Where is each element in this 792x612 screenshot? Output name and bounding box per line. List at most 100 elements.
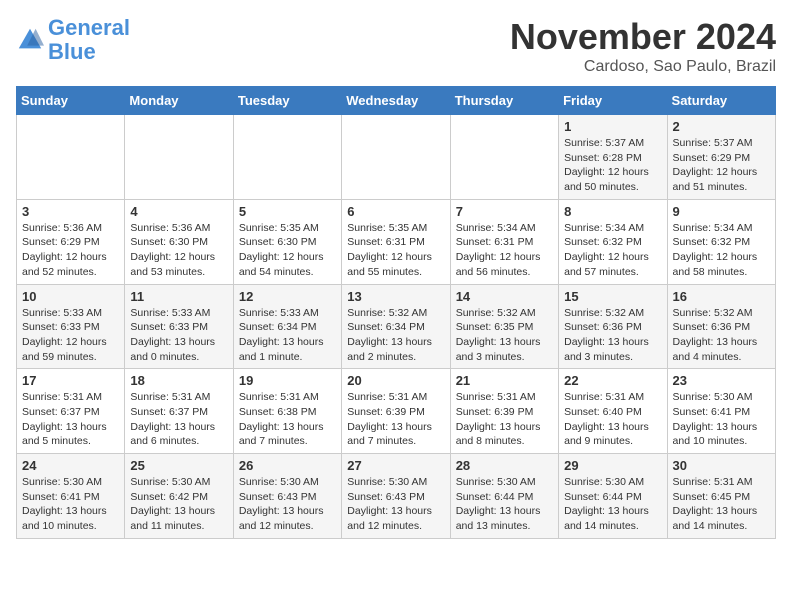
calendar-cell: 26Sunrise: 5:30 AM Sunset: 6:43 PM Dayli… — [233, 454, 341, 539]
day-info: Sunrise: 5:31 AM Sunset: 6:37 PM Dayligh… — [130, 390, 227, 449]
calendar-cell: 19Sunrise: 5:31 AM Sunset: 6:38 PM Dayli… — [233, 369, 341, 454]
calendar-cell: 28 Sunrise: 5:30 AM Sunset: 6:44 PM Dayli… — [450, 454, 558, 539]
day-info: Sunrise: 5:31 AM Sunset: 6:39 PM Dayligh… — [347, 390, 444, 449]
calendar-cell — [17, 115, 125, 200]
day-number: 26 — [239, 458, 336, 473]
day-number: 6 — [347, 204, 444, 219]
calendar-cell: 3 Sunrise: 5:36 AM Sunset: 6:29 PM Daylig… — [17, 199, 125, 284]
header-sunday: Sunday — [17, 87, 125, 115]
day-number: 27 — [347, 458, 444, 473]
calendar-cell: 29Sunrise: 5:30 AM Sunset: 6:44 PM Dayli… — [559, 454, 667, 539]
calendar-cell: 24 Sunrise: 5:30 AM Sunset: 6:41 PM Dayli… — [17, 454, 125, 539]
header-monday: Monday — [125, 87, 233, 115]
title-block: November 2024 Cardoso, Sao Paulo, Brazil — [510, 16, 776, 76]
day-number: 1 — [564, 119, 661, 134]
day-info: Sunrise: 5:30 AM Sunset: 6:41 PM Dayligh… — [22, 475, 119, 534]
day-info: Sunrise: 5:30 AM Sunset: 6:43 PM Dayligh… — [347, 475, 444, 534]
day-info: Sunrise: 5:32 AM Sunset: 6:35 PM Dayligh… — [456, 306, 553, 365]
day-number: 25 — [130, 458, 227, 473]
day-number: 24 — [22, 458, 119, 473]
day-number: 21 — [456, 373, 553, 388]
day-number: 2 — [673, 119, 770, 134]
day-info: Sunrise: 5:32 AM Sunset: 6:36 PM Dayligh… — [673, 306, 770, 365]
day-number: 18 — [130, 373, 227, 388]
day-number: 4 — [130, 204, 227, 219]
day-number: 8 — [564, 204, 661, 219]
logo-line1: General — [48, 15, 130, 40]
header-tuesday: Tuesday — [233, 87, 341, 115]
calendar-cell: 25 Sunrise: 5:30 AM Sunset: 6:42 PM Dayli… — [125, 454, 233, 539]
calendar-cell: 2 Sunrise: 5:37 AM Sunset: 6:29 PM Daylig… — [667, 115, 775, 200]
day-number: 3 — [22, 204, 119, 219]
calendar-cell: 5Sunrise: 5:35 AM Sunset: 6:30 PM Daylig… — [233, 199, 341, 284]
calendar-cell — [233, 115, 341, 200]
day-info: Sunrise: 5:30 AM Sunset: 6:44 PM Dayligh… — [564, 475, 661, 534]
day-number: 10 — [22, 289, 119, 304]
calendar-cell: 17Sunrise: 5:31 AM Sunset: 6:37 PM Dayli… — [17, 369, 125, 454]
calendar-week-4: 17Sunrise: 5:31 AM Sunset: 6:37 PM Dayli… — [17, 369, 776, 454]
calendar-cell: 1 Sunrise: 5:37 AM Sunset: 6:28 PM Daylig… — [559, 115, 667, 200]
day-info: Sunrise: 5:36 AM Sunset: 6:30 PM Dayligh… — [130, 221, 227, 280]
location-title: Cardoso, Sao Paulo, Brazil — [510, 58, 776, 76]
day-info: Sunrise: 5:34 AM Sunset: 6:31 PM Dayligh… — [456, 221, 553, 280]
calendar-cell: 18 Sunrise: 5:31 AM Sunset: 6:37 PM Dayli… — [125, 369, 233, 454]
day-info: Sunrise: 5:30 AM Sunset: 6:41 PM Dayligh… — [673, 390, 770, 449]
header-saturday: Saturday — [667, 87, 775, 115]
day-info: Sunrise: 5:30 AM Sunset: 6:42 PM Dayligh… — [130, 475, 227, 534]
day-number: 30 — [673, 458, 770, 473]
calendar-cell: 10 Sunrise: 5:33 AM Sunset: 6:33 PM Dayli… — [17, 284, 125, 369]
day-info: Sunrise: 5:37 AM Sunset: 6:29 PM Dayligh… — [673, 136, 770, 195]
calendar-cell: 4 Sunrise: 5:36 AM Sunset: 6:30 PM Daylig… — [125, 199, 233, 284]
calendar-cell: 22Sunrise: 5:31 AM Sunset: 6:40 PM Dayli… — [559, 369, 667, 454]
day-info: Sunrise: 5:30 AM Sunset: 6:44 PM Dayligh… — [456, 475, 553, 534]
day-info: Sunrise: 5:31 AM Sunset: 6:37 PM Dayligh… — [22, 390, 119, 449]
day-number: 14 — [456, 289, 553, 304]
logo: General Blue — [16, 16, 130, 64]
day-number: 28 — [456, 458, 553, 473]
calendar-week-1: 1 Sunrise: 5:37 AM Sunset: 6:28 PM Daylig… — [17, 115, 776, 200]
logo-icon — [16, 26, 44, 54]
calendar-cell — [450, 115, 558, 200]
day-info: Sunrise: 5:34 AM Sunset: 6:32 PM Dayligh… — [564, 221, 661, 280]
calendar-cell: 13 Sunrise: 5:32 AM Sunset: 6:34 PM Dayli… — [342, 284, 450, 369]
day-info: Sunrise: 5:36 AM Sunset: 6:29 PM Dayligh… — [22, 221, 119, 280]
day-number: 9 — [673, 204, 770, 219]
day-info: Sunrise: 5:33 AM Sunset: 6:33 PM Dayligh… — [130, 306, 227, 365]
day-info: Sunrise: 5:32 AM Sunset: 6:36 PM Dayligh… — [564, 306, 661, 365]
calendar-week-5: 24 Sunrise: 5:30 AM Sunset: 6:41 PM Dayli… — [17, 454, 776, 539]
calendar-table: Sunday Monday Tuesday Wednesday Thursday… — [16, 86, 776, 539]
calendar-header-row: Sunday Monday Tuesday Wednesday Thursday… — [17, 87, 776, 115]
day-number: 13 — [347, 289, 444, 304]
calendar-cell — [342, 115, 450, 200]
day-info: Sunrise: 5:31 AM Sunset: 6:38 PM Dayligh… — [239, 390, 336, 449]
day-number: 12 — [239, 289, 336, 304]
calendar-cell: 30Sunrise: 5:31 AM Sunset: 6:45 PM Dayli… — [667, 454, 775, 539]
day-info: Sunrise: 5:33 AM Sunset: 6:33 PM Dayligh… — [22, 306, 119, 365]
header-wednesday: Wednesday — [342, 87, 450, 115]
calendar-cell: 15 Sunrise: 5:32 AM Sunset: 6:36 PM Dayli… — [559, 284, 667, 369]
month-title: November 2024 — [510, 16, 776, 58]
day-number: 20 — [347, 373, 444, 388]
calendar-cell: 9 Sunrise: 5:34 AM Sunset: 6:32 PM Daylig… — [667, 199, 775, 284]
header-thursday: Thursday — [450, 87, 558, 115]
day-info: Sunrise: 5:34 AM Sunset: 6:32 PM Dayligh… — [673, 221, 770, 280]
calendar-cell: 14 Sunrise: 5:32 AM Sunset: 6:35 PM Dayli… — [450, 284, 558, 369]
page-header: General Blue November 2024 Cardoso, Sao … — [16, 16, 776, 76]
calendar-cell: 21 Sunrise: 5:31 AM Sunset: 6:39 PM Dayli… — [450, 369, 558, 454]
calendar-cell: 23 Sunrise: 5:30 AM Sunset: 6:41 PM Dayli… — [667, 369, 775, 454]
day-number: 15 — [564, 289, 661, 304]
day-info: Sunrise: 5:32 AM Sunset: 6:34 PM Dayligh… — [347, 306, 444, 365]
calendar-cell — [125, 115, 233, 200]
day-info: Sunrise: 5:31 AM Sunset: 6:40 PM Dayligh… — [564, 390, 661, 449]
header-friday: Friday — [559, 87, 667, 115]
day-number: 23 — [673, 373, 770, 388]
day-info: Sunrise: 5:37 AM Sunset: 6:28 PM Dayligh… — [564, 136, 661, 195]
calendar-cell: 11 Sunrise: 5:33 AM Sunset: 6:33 PM Dayli… — [125, 284, 233, 369]
logo-line2: Blue — [48, 39, 96, 64]
calendar-cell: 16Sunrise: 5:32 AM Sunset: 6:36 PM Dayli… — [667, 284, 775, 369]
day-info: Sunrise: 5:33 AM Sunset: 6:34 PM Dayligh… — [239, 306, 336, 365]
calendar-cell: 20 Sunrise: 5:31 AM Sunset: 6:39 PM Dayli… — [342, 369, 450, 454]
day-info: Sunrise: 5:31 AM Sunset: 6:39 PM Dayligh… — [456, 390, 553, 449]
calendar-cell: 7Sunrise: 5:34 AM Sunset: 6:31 PM Daylig… — [450, 199, 558, 284]
day-number: 11 — [130, 289, 227, 304]
